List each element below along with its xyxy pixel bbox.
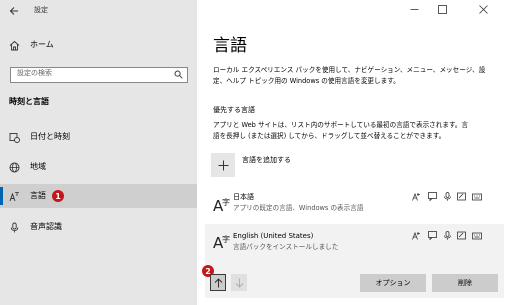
calendar-clock-icon	[8, 131, 20, 143]
handwriting-icon	[456, 191, 467, 202]
display-language-icon	[411, 230, 422, 241]
language-item-japanese[interactable]: A字 日本語 アプリの既定の言語、Windows の表示言語	[205, 188, 504, 222]
keyboard-icon	[471, 191, 482, 202]
handwriting-icon	[456, 230, 467, 241]
minimize-icon[interactable]	[407, 3, 421, 15]
sidebar-item-label: 音声認識	[30, 222, 62, 231]
move-down-button[interactable]	[231, 274, 247, 291]
back-arrow-icon[interactable]	[7, 4, 21, 18]
home-icon	[8, 39, 20, 51]
microphone-icon	[442, 191, 453, 202]
language-name: 日本語	[233, 193, 254, 201]
home-link[interactable]: ホーム	[30, 40, 54, 50]
sidebar-item-label: 日付と時刻	[30, 132, 70, 141]
sidebar-item-language[interactable]: 言語 1	[0, 184, 197, 208]
section-title: 時刻と言語	[9, 97, 49, 106]
description-line-2: 定、ヘルプ トピック用の Windows の使用言語を変更します。	[213, 77, 400, 85]
preferred-heading: 優先する言語	[213, 106, 255, 114]
selected-indicator	[0, 187, 3, 205]
arrow-up-icon	[214, 277, 222, 287]
language-glyph-icon: A字	[210, 230, 234, 254]
remove-button[interactable]: 削除	[432, 274, 498, 292]
sidebar-item-speech[interactable]: 音声認識	[0, 216, 197, 238]
preferred-desc-line-1: アプリと Web サイトは、リスト内のサポートしている最初の言語で表示されます。…	[213, 121, 469, 129]
speech-bubble-icon	[427, 191, 438, 202]
page-title: 言語	[213, 36, 247, 56]
search-icon[interactable]	[172, 68, 184, 80]
arrow-down-icon	[235, 278, 243, 288]
sidebar-item-label: 地域	[30, 162, 46, 171]
add-language-label: 言語を追加する	[242, 156, 291, 164]
language-icon	[8, 190, 20, 202]
move-up-button[interactable]	[210, 274, 226, 291]
language-item-english[interactable]: A字 English (United States) 言語パックをインストールし…	[202, 224, 504, 298]
sidebar-item-region[interactable]: 地域	[0, 156, 197, 178]
description-line-1: ローカル エクスペリエンス パックを使用して、ナビゲーション、メニュー、メッセー…	[213, 66, 486, 74]
speech-bubble-icon	[427, 230, 438, 241]
language-glyph-icon: A字	[210, 193, 234, 217]
display-language-icon	[411, 191, 422, 202]
svg-text:字: 字	[222, 234, 230, 244]
search-placeholder: 設定の検索	[17, 69, 52, 77]
microphone-icon	[442, 230, 453, 241]
main-pane: 言語 ローカル エクスペリエンス パックを使用して、ナビゲーション、メニュー、メ…	[197, 0, 512, 305]
language-desc: 言語パックをインストールしました	[233, 243, 339, 251]
sidebar-item-date-time[interactable]: 日付と時刻	[0, 126, 197, 148]
microphone-icon	[8, 221, 20, 233]
step-badge-1: 1	[52, 190, 64, 202]
maximize-icon[interactable]	[435, 3, 449, 15]
preferred-desc-line-2: 語を長押し (または選択) してから、ドラッグして並べ替えることができます。	[213, 132, 446, 140]
language-name: English (United States)	[233, 232, 314, 240]
svg-text:字: 字	[222, 197, 230, 207]
sidebar-item-label: 言語	[30, 191, 46, 200]
keyboard-icon	[471, 230, 482, 241]
add-language-button[interactable]: 言語を追加する	[211, 153, 321, 179]
plus-icon	[211, 153, 235, 177]
window-title: 設定	[34, 6, 48, 14]
language-desc: アプリの既定の言語、Windows の表示言語	[233, 204, 364, 212]
sidebar: 設定 ホーム 設定の検索 時刻と言語 日付と時刻 地域 言語 1 音声認識	[0, 0, 197, 305]
options-button[interactable]: オプション	[360, 274, 426, 292]
globe-icon	[8, 161, 20, 173]
close-icon[interactable]	[476, 3, 490, 15]
